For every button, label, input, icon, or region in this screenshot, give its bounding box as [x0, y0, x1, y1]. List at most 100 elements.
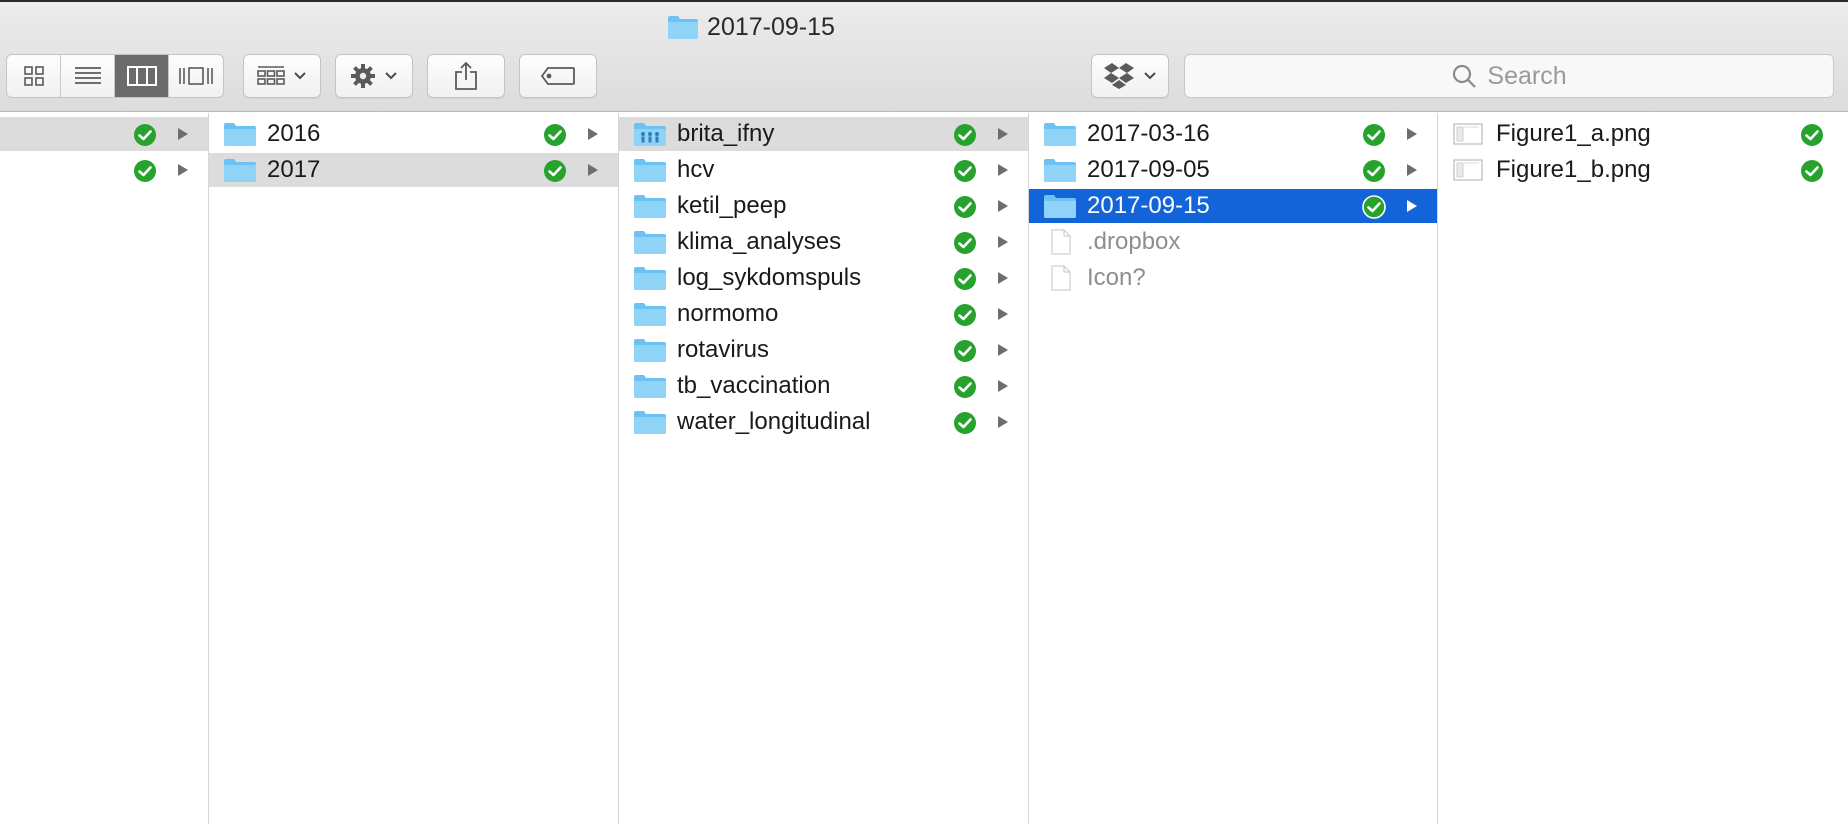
- item-icon: [633, 265, 667, 291]
- browser-column-3[interactable]: brita_ifnyhcv ketil_peep klima_analyses log…: [619, 113, 1029, 824]
- file-list-item[interactable]: Figure1_a.png: [1438, 117, 1847, 151]
- group-by-button[interactable]: [243, 54, 321, 98]
- item-label: .dropbox: [1087, 228, 1181, 255]
- file-list-item[interactable]: 2017-03-16: [1029, 117, 1437, 151]
- cover-flow-view-button[interactable]: [169, 55, 223, 97]
- folder-icon: [634, 195, 666, 218]
- sync-check-icon: [954, 160, 976, 182]
- window-toolbar: 2017-09-15 Search: [0, 0, 1848, 112]
- file-list-item[interactable]: hcv: [619, 153, 1028, 187]
- sync-check-icon: [544, 124, 566, 146]
- search-icon: [1453, 64, 1477, 88]
- file-list-item[interactable]: brita_ifny: [619, 117, 1028, 151]
- file-list-item[interactable]: [0, 153, 208, 187]
- item-icon: [633, 301, 667, 327]
- disclosure-arrow-icon: [1407, 200, 1417, 212]
- disclosure-arrow-icon: [998, 272, 1008, 284]
- item-label: water_longitudinal: [677, 408, 871, 435]
- group-grid-icon: [257, 66, 285, 85]
- sync-check-icon: [954, 376, 976, 398]
- view-mode-segmented-control[interactable]: [6, 54, 224, 98]
- item-label: 2017: [267, 156, 321, 183]
- item-label: ketil_peep: [677, 192, 787, 219]
- sync-check-icon: [1362, 195, 1386, 219]
- folder-icon: [224, 123, 256, 146]
- action-menu-button[interactable]: [335, 54, 413, 98]
- file-list-item[interactable]: .dropbox: [1029, 225, 1437, 259]
- search-field[interactable]: Search: [1184, 54, 1834, 98]
- disclosure-arrow-icon: [998, 380, 1008, 392]
- item-label: Figure1_a.png: [1496, 120, 1651, 147]
- item-label: 2017-09-15: [1087, 192, 1210, 219]
- file-list-item[interactable]: [0, 117, 208, 151]
- dropbox-button[interactable]: [1091, 54, 1169, 98]
- gear-icon: [351, 64, 375, 88]
- file-list-item[interactable]: water_longitudinal: [619, 405, 1028, 439]
- file-list-item[interactable]: 2017: [209, 153, 618, 187]
- item-icon: [1043, 121, 1077, 147]
- sync-check-icon: [1363, 124, 1385, 146]
- item-icon: [223, 121, 257, 147]
- item-icon: [1043, 193, 1077, 219]
- item-label: brita_ifny: [677, 120, 775, 147]
- icon-view-button[interactable]: [7, 55, 61, 97]
- file-list-item[interactable]: Figure1_b.png: [1438, 153, 1847, 187]
- disclosure-arrow-icon: [998, 344, 1008, 356]
- cover-flow-icon: [179, 67, 213, 85]
- sync-check-icon: [954, 196, 976, 218]
- file-list-item[interactable]: log_sykdomspuls: [619, 261, 1028, 295]
- folder-icon: [634, 159, 666, 182]
- folder-icon: [1044, 159, 1076, 182]
- share-button[interactable]: [427, 54, 505, 98]
- folder-icon: [1044, 195, 1076, 218]
- item-icon: [633, 373, 667, 399]
- disclosure-arrow-icon: [1407, 164, 1417, 176]
- file-list-item[interactable]: 2017-09-05: [1029, 153, 1437, 187]
- tags-button[interactable]: [519, 54, 597, 98]
- column-view-button[interactable]: [115, 55, 169, 97]
- file-list-item[interactable]: tb_vaccination: [619, 369, 1028, 403]
- item-label: Icon?: [1087, 264, 1146, 291]
- disclosure-arrow-icon: [998, 128, 1008, 140]
- shared-folder-icon: [634, 123, 666, 146]
- chevron-down-icon: [294, 72, 306, 80]
- file-list-item[interactable]: normomo: [619, 297, 1028, 331]
- item-label: 2017-09-05: [1087, 156, 1210, 183]
- browser-column-5[interactable]: Figure1_a.png Figure1_b.png: [1438, 113, 1848, 824]
- list-view-button[interactable]: [61, 55, 115, 97]
- item-icon: [1043, 265, 1077, 291]
- grid-icon: [23, 66, 44, 86]
- item-icon: [633, 409, 667, 435]
- sync-check-icon: [1363, 160, 1385, 182]
- disclosure-arrow-icon: [588, 128, 598, 140]
- item-icon: [1452, 121, 1486, 147]
- browser-column-1[interactable]: [0, 113, 209, 824]
- sync-check-icon: [954, 340, 976, 362]
- item-label: Figure1_b.png: [1496, 156, 1651, 183]
- disclosure-arrow-icon: [178, 128, 188, 140]
- folder-icon: [1044, 123, 1076, 146]
- file-list-item[interactable]: rotavirus: [619, 333, 1028, 367]
- folder-icon: [634, 411, 666, 434]
- file-list-item[interactable]: ketil_peep: [619, 189, 1028, 223]
- folder-icon: [634, 375, 666, 398]
- sync-check-icon: [954, 268, 976, 290]
- browser-column-4[interactable]: 2017-03-16 2017-09-05 2017-09-15 .dropbox Ic…: [1029, 113, 1438, 824]
- file-list-item[interactable]: 2016: [209, 117, 618, 151]
- sync-check-icon: [134, 124, 156, 146]
- sync-check-icon: [954, 412, 976, 434]
- item-label: normomo: [677, 300, 779, 327]
- tag-icon: [540, 67, 575, 85]
- disclosure-arrow-icon: [998, 236, 1008, 248]
- dropbox-icon: [1104, 63, 1134, 89]
- disclosure-arrow-icon: [998, 416, 1008, 428]
- sync-check-icon: [954, 232, 976, 254]
- file-list-item[interactable]: klima_analyses: [619, 225, 1028, 259]
- disclosure-arrow-icon: [588, 164, 598, 176]
- sync-check-icon: [134, 160, 156, 182]
- file-list-item[interactable]: Icon?: [1029, 261, 1437, 295]
- item-label: hcv: [677, 156, 715, 183]
- browser-column-2[interactable]: 2016 2017: [209, 113, 619, 824]
- item-label: 2017-03-16: [1087, 120, 1210, 147]
- file-list-item[interactable]: 2017-09-15: [1029, 189, 1437, 223]
